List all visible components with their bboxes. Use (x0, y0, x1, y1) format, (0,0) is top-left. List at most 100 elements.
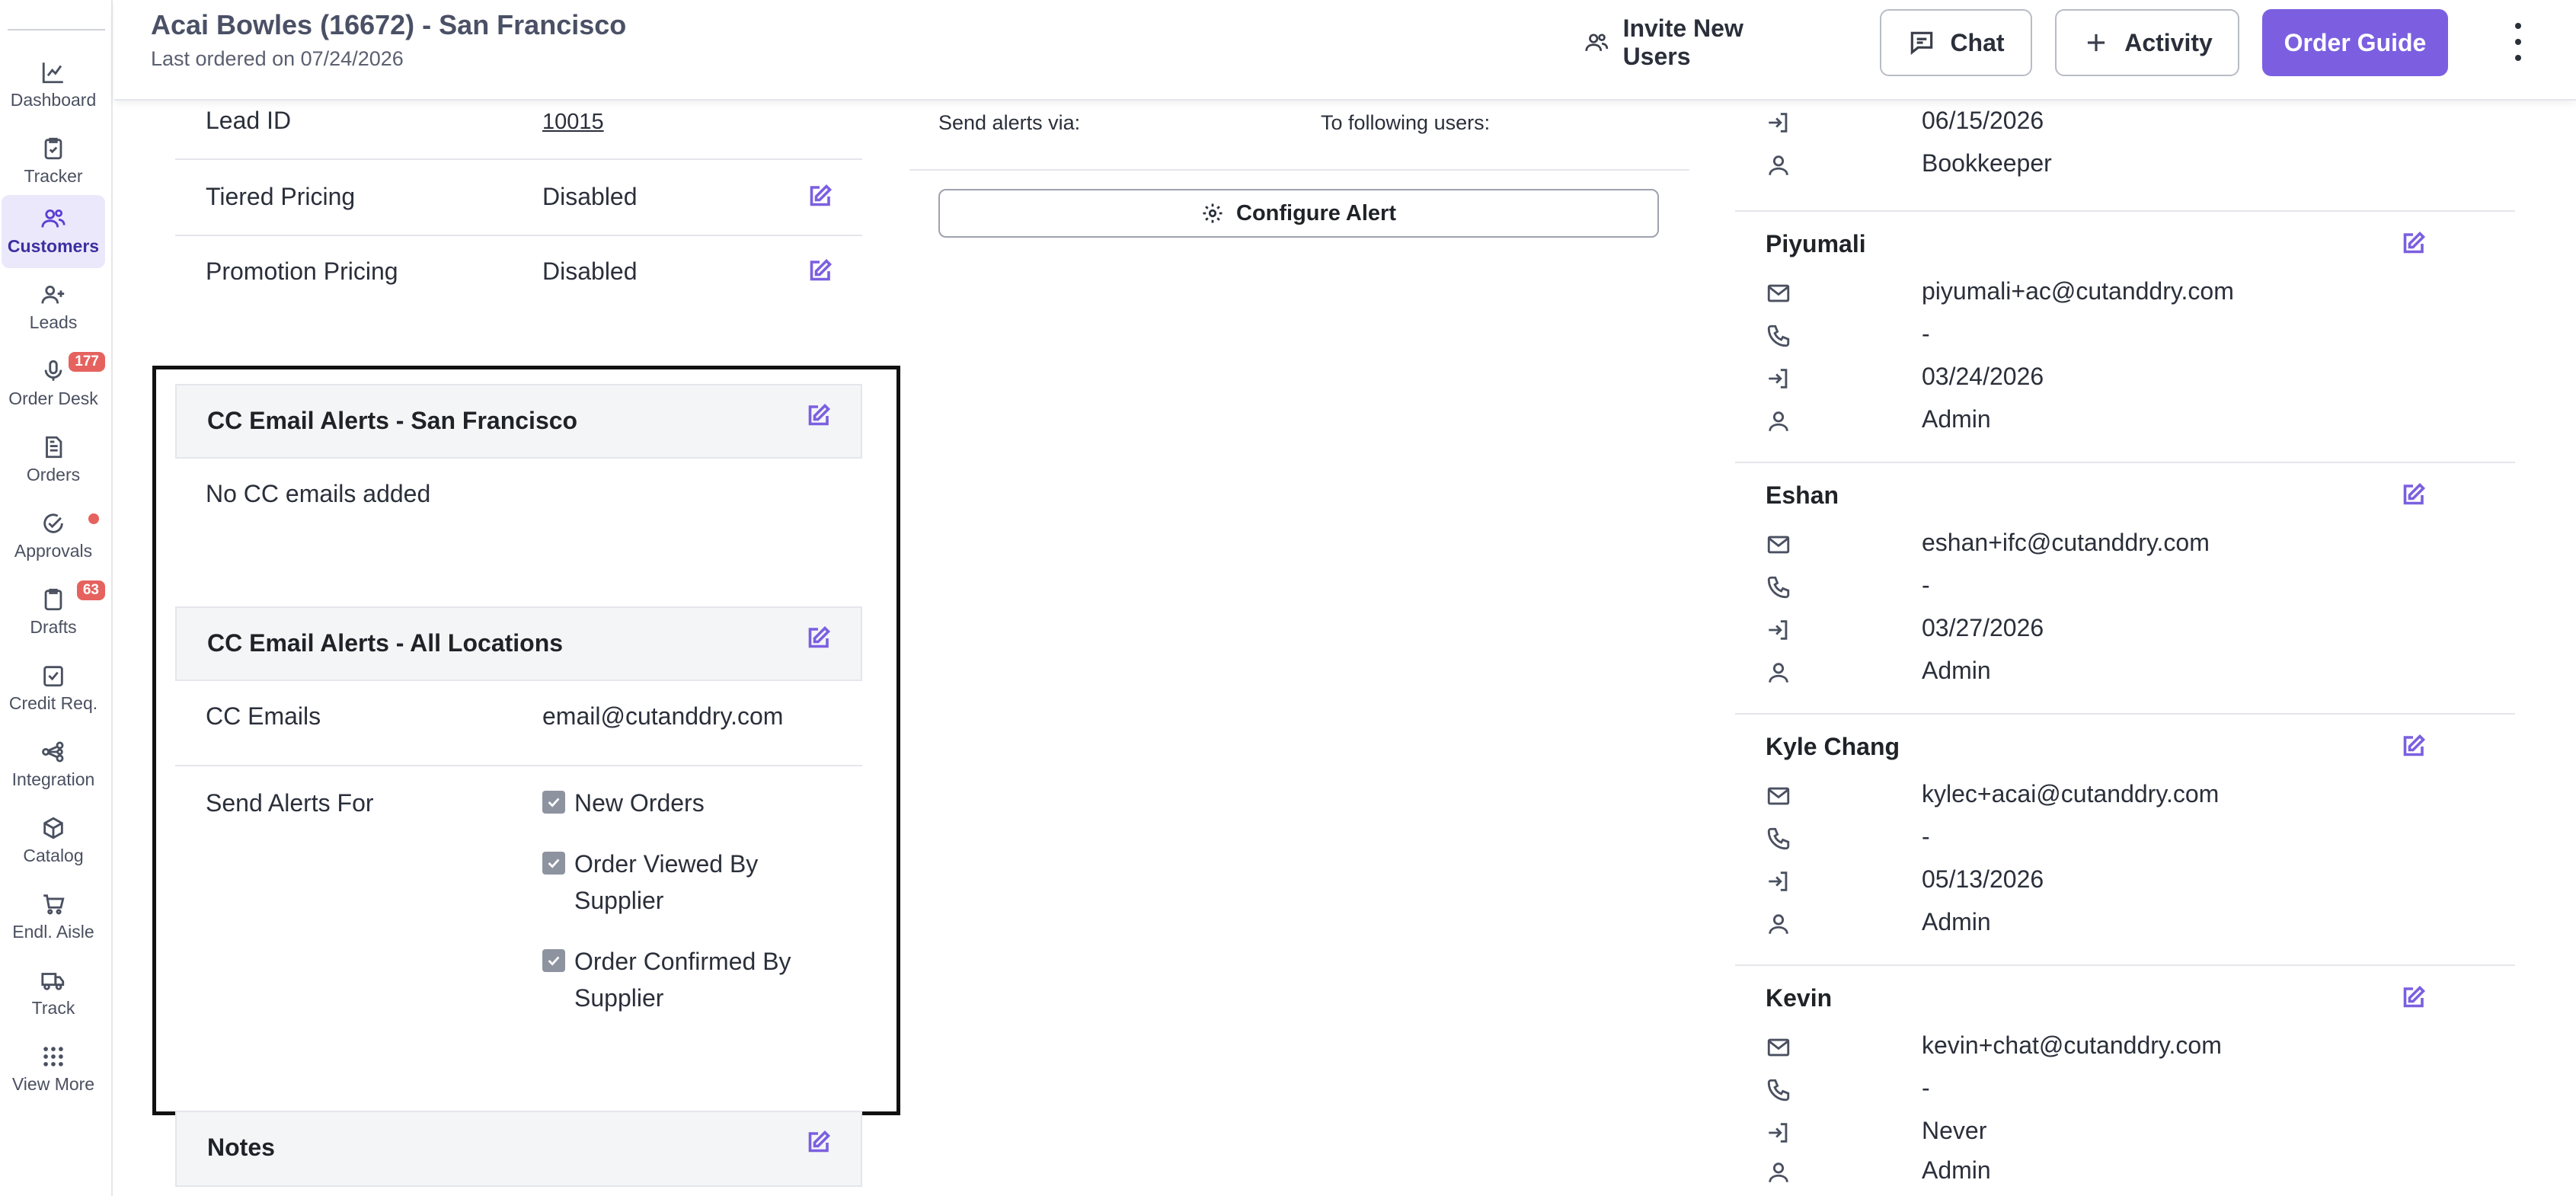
send-alerts-via-label: Send alerts via: (938, 111, 1081, 134)
edit-promotion-pricing-icon[interactable] (806, 257, 833, 285)
sidebar-item-label: Customers (7, 236, 100, 256)
edit-cc-all-locations-icon[interactable] (804, 625, 832, 652)
promotion-pricing-label: Promotion Pricing (206, 257, 398, 285)
sidebar-item-label: Catalog (23, 846, 84, 865)
new-orders-label: New Orders (574, 789, 705, 817)
order-confirmed-checkbox[interactable] (542, 949, 565, 972)
user-last-login-row: 03/24/2026 (1766, 358, 2451, 401)
invite-new-users-button[interactable]: Invite New Users (1584, 9, 1790, 76)
user-role: Admin (1922, 908, 1991, 935)
sidebar-item-customers[interactable]: Customers (2, 195, 105, 268)
users-icon (1585, 34, 1609, 51)
user-phone-row: - (1766, 818, 2451, 861)
tiered-pricing-label: Tiered Pricing (206, 183, 356, 210)
to-following-users-label: To following users: (1321, 111, 1491, 134)
person-icon (1769, 155, 1788, 175)
approvals-notification-dot (88, 513, 99, 524)
user-email: eshan+ifc@cutanddry.com (1922, 529, 2210, 556)
user-phone: - (1922, 1074, 1930, 1102)
sidebar-item-label: Order Desk (8, 389, 98, 408)
user-phone: - (1922, 320, 1930, 347)
sidebar-item-drafts[interactable]: Drafts 63 (2, 576, 105, 649)
user-name: Eshan (1766, 481, 1839, 509)
user-role-row: Admin (1766, 1152, 2451, 1194)
order-viewed-checkbox[interactable] (542, 852, 565, 875)
cc-all-locations-title: CC Email Alerts - All Locations (207, 629, 564, 657)
chat-label: Chat (1950, 28, 2005, 56)
new-orders-checkbox[interactable] (542, 791, 565, 814)
edit-user-icon[interactable] (2399, 481, 2427, 509)
order-desk-badge: 177 (69, 352, 105, 372)
user-phone-row: - (1766, 315, 2451, 358)
person-icon (1769, 411, 1788, 431)
drafts-badge: 63 (76, 580, 105, 600)
user-role: Admin (1922, 1156, 1991, 1184)
edit-user-icon[interactable] (2399, 984, 2427, 1012)
sidebar-item-label: Tracker (24, 166, 83, 186)
user-card: Kevin kevin+chat@cutanddry.com - Never A… (1735, 966, 2515, 1196)
person-icon (1769, 1162, 1788, 1182)
sidebar-item-endless-aisle[interactable]: Endl. Aisle (2, 881, 105, 954)
edit-tiered-pricing-icon[interactable] (806, 183, 833, 210)
sidebar: Dashboard Tracker Customers Leads Order … (0, 0, 113, 1196)
user-email: kylec+acai@cutanddry.com (1922, 780, 2220, 807)
envelope-icon (1767, 787, 1790, 805)
user-email-row: kevin+chat@cutanddry.com (1766, 1027, 2451, 1070)
cc-emails-value: email@cutanddry.com (542, 702, 784, 730)
lead-id-link[interactable]: 10015 (542, 110, 604, 135)
alerts-divider (909, 169, 1689, 171)
configure-alert-button[interactable]: Configure Alert (938, 189, 1659, 238)
sidebar-item-catalog[interactable]: Catalog (2, 804, 105, 878)
edit-cc-location-icon[interactable] (804, 402, 832, 430)
sidebar-item-dashboard[interactable]: Dashboard (2, 49, 105, 122)
sidebar-item-track[interactable]: Track (2, 957, 105, 1030)
user-last-login: 05/13/2026 (1922, 865, 2044, 893)
chat-button[interactable]: Chat (1880, 9, 2032, 76)
clipboard-icon (44, 588, 62, 611)
chat-bubble-icon (1911, 31, 1933, 55)
user-last-login: 03/27/2026 (1922, 614, 2044, 641)
edit-notes-icon[interactable] (804, 1129, 832, 1156)
user-role: Admin (1922, 657, 1991, 684)
login-arrow-icon (1769, 113, 1788, 133)
envelope-icon (1767, 536, 1790, 554)
user-email-row: eshan+ifc@cutanddry.com (1766, 524, 2451, 567)
order-confirmed-label-line2: Supplier (574, 984, 664, 1012)
clipboard-check-icon (44, 137, 62, 160)
user-email-row: piyumali+ac@cutanddry.com (1766, 273, 2451, 315)
user-last-login: 06/15/2026 (1922, 107, 2044, 134)
login-arrow-icon (1769, 620, 1788, 640)
sidebar-item-tracker[interactable]: Tracker (2, 125, 105, 198)
edit-user-icon[interactable] (2399, 230, 2427, 257)
lead-id-label: Lead ID (206, 107, 292, 134)
sidebar-item-credit-requests[interactable]: Credit Req. (2, 652, 105, 725)
cart-icon (43, 894, 65, 915)
user-last-login-row: 06/15/2026 (1766, 102, 2451, 145)
person-icon (1769, 914, 1788, 934)
user-card: Piyumali piyumali+ac@cutanddry.com - 03/… (1735, 212, 2515, 463)
activity-button[interactable]: Activity (2055, 9, 2239, 76)
check-circle-icon (43, 513, 63, 533)
user-name: Piyumali (1766, 230, 1866, 257)
envelope-icon (1767, 284, 1790, 302)
more-options-icon[interactable] (2509, 23, 2527, 61)
sidebar-item-leads[interactable]: Leads (2, 271, 105, 344)
sidebar-item-view-more[interactable]: View More (2, 1033, 105, 1106)
sidebar-item-order-desk[interactable]: Order Desk 177 (2, 347, 105, 421)
sidebar-item-integration[interactable]: Integration (2, 728, 105, 801)
user-email-row: kylec+acai@cutanddry.com (1766, 775, 2451, 818)
send-alerts-for-label: Send Alerts For (206, 789, 374, 817)
users-icon (41, 209, 66, 228)
order-guide-button[interactable]: Order Guide (2262, 9, 2448, 76)
page-title: Acai Bowles (16672) - San Francisco (151, 9, 627, 40)
sidebar-item-orders[interactable]: Orders (2, 424, 105, 497)
sidebar-item-label: Endl. Aisle (12, 922, 94, 942)
sidebar-item-label: Track (31, 998, 75, 1018)
sidebar-item-approvals[interactable]: Approvals (2, 500, 105, 573)
login-arrow-icon (1769, 369, 1788, 389)
user-email: piyumali+ac@cutanddry.com (1922, 277, 2234, 305)
sidebar-item-label: Leads (29, 312, 78, 332)
edit-user-icon[interactable] (2399, 733, 2427, 760)
user-phone: - (1922, 823, 1930, 850)
network-icon (42, 741, 64, 763)
